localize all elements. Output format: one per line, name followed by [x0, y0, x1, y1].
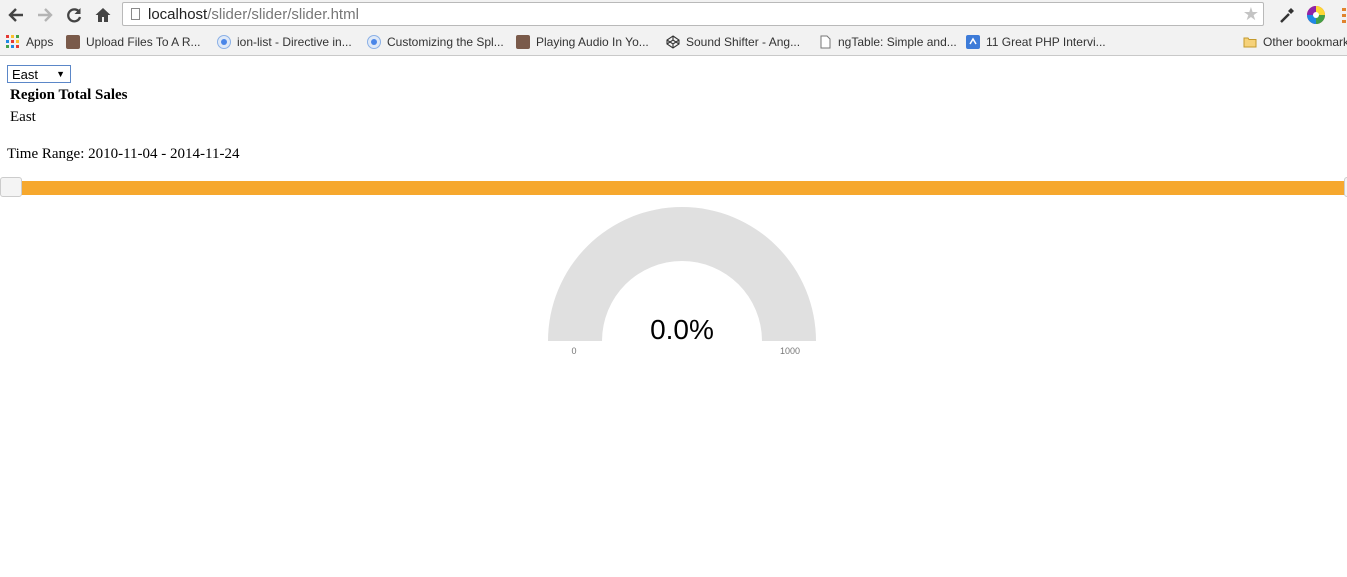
avatar-favicon-icon — [516, 35, 530, 49]
color-wheel-extension-icon[interactable] — [1306, 5, 1326, 25]
time-range-label: Time Range: 2010-11-04 - 2014-11-24 — [7, 146, 240, 162]
folder-icon — [1243, 37, 1257, 48]
chrome-favicon-icon — [217, 35, 231, 49]
region-value: East — [10, 109, 36, 125]
bookmark-sound-shifter[interactable]: Sound Shifter - Ang... — [666, 33, 800, 51]
browser-toolbar: localhost/slider/slider/slider.html ★ — [0, 0, 1347, 29]
bookmark-apps[interactable]: Apps — [6, 33, 53, 51]
forward-arrow-icon — [38, 8, 53, 22]
url-host: localhost — [148, 6, 208, 23]
bookmark-label: ion-list - Directive in... — [237, 35, 352, 49]
apps-grid-icon — [6, 35, 19, 48]
gauge-max-label: 1000 — [780, 346, 800, 356]
codepen-icon — [666, 35, 680, 49]
avatar-favicon-icon — [66, 35, 80, 49]
bookmark-playing-audio[interactable]: Playing Audio In Yo... — [516, 33, 649, 51]
gauge-min-label: 0 — [571, 346, 576, 356]
dropdown-arrow-icon: ▼ — [56, 69, 65, 79]
bookmark-ngtable[interactable]: ngTable: Simple and... — [818, 33, 957, 51]
url-path: /slider/slider/slider.html — [207, 6, 359, 23]
address-bar[interactable]: localhost/slider/slider/slider.html ★ — [122, 2, 1264, 26]
back-button[interactable] — [5, 4, 27, 26]
bookmark-php-interview[interactable]: 11 Great PHP Intervi... — [966, 33, 1106, 51]
bookmark-label: ngTable: Simple and... — [838, 35, 957, 49]
url-text[interactable]: localhost/slider/slider/slider.html — [148, 6, 359, 24]
region-select-value: East — [12, 67, 39, 82]
region-total-sales-heading: Region Total Sales — [10, 87, 128, 103]
reload-button[interactable] — [63, 4, 85, 26]
menu-icon[interactable] — [1338, 5, 1347, 25]
reload-icon — [67, 8, 82, 23]
time-range-slider-track[interactable] — [10, 181, 1347, 195]
bookmark-label: Sound Shifter - Ang... — [686, 35, 801, 49]
back-arrow-icon — [8, 8, 23, 22]
home-icon — [95, 8, 111, 22]
bookmark-upload-files[interactable]: Upload Files To A R... — [66, 33, 201, 51]
bookmark-label: 11 Great PHP Intervi... — [986, 35, 1106, 49]
bookmarks-bar: Apps Upload Files To A R... ion-list - D… — [0, 29, 1347, 56]
other-bookmarks[interactable]: Other bookmarks — [1243, 33, 1347, 51]
bookmark-label: Upload Files To A R... — [86, 35, 201, 49]
bookmark-label: Apps — [26, 35, 54, 49]
bookmark-ion-list[interactable]: ion-list - Directive in... — [217, 33, 352, 51]
sales-gauge: 0.0% 0 1000 — [548, 207, 816, 356]
blue-favicon-icon — [966, 35, 980, 49]
bookmark-label: Playing Audio In Yo... — [536, 35, 649, 49]
chrome-favicon-icon — [367, 35, 381, 49]
other-bookmarks-label: Other bookmarks — [1263, 35, 1347, 49]
slider-start-handle[interactable] — [0, 177, 22, 197]
bookmark-customizing-splash[interactable]: Customizing the Spl... — [367, 33, 504, 51]
bookmark-label: Customizing the Spl... — [387, 35, 504, 49]
region-select[interactable]: East ▼ — [7, 65, 71, 83]
gauge-value-text: 0.0% — [650, 314, 714, 345]
page-icon — [131, 8, 140, 20]
page-icon — [820, 35, 831, 49]
forward-button[interactable] — [34, 4, 56, 26]
bookmark-star-icon[interactable]: ★ — [1243, 4, 1259, 24]
eyedropper-extension-icon[interactable] — [1277, 5, 1297, 25]
home-button[interactable] — [92, 4, 114, 26]
